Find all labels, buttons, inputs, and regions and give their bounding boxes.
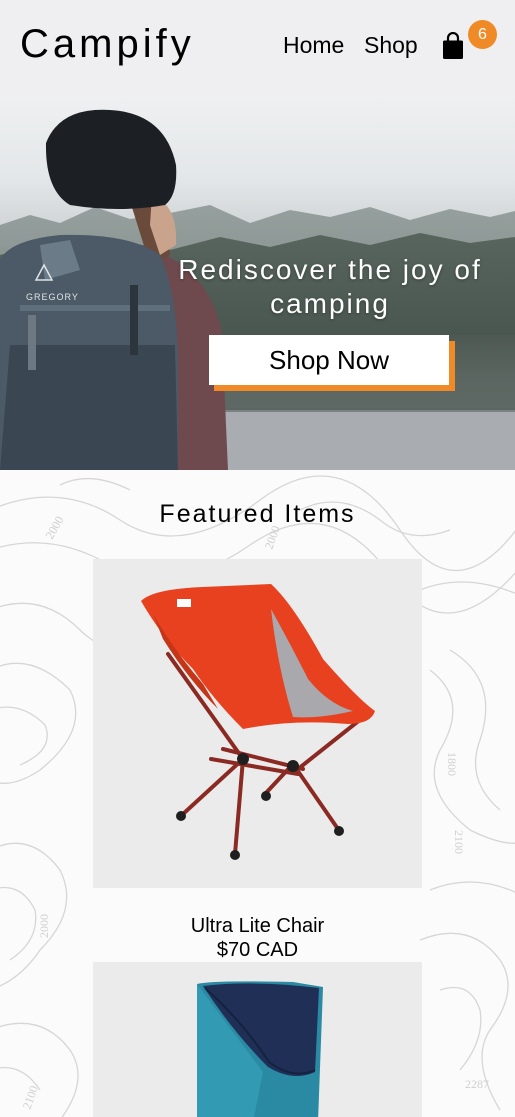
site-header: Campify Home Shop 6 xyxy=(0,0,515,95)
product-image[interactable] xyxy=(93,962,422,1117)
sleeping-bag-image xyxy=(197,981,323,1117)
hero-banner: GREGORY Rediscover the joy of camping Sh… xyxy=(0,95,515,470)
hero-headline: Rediscover the joy of camping xyxy=(178,254,482,319)
featured-section: 2000 2000 1800 2100 2000 2287 2100 Featu… xyxy=(0,470,515,1117)
camp-chair-image xyxy=(141,584,375,860)
product-card[interactable]: Ultra Lite Chair $70 CAD xyxy=(93,559,422,962)
contour-label: 2100 xyxy=(452,830,466,854)
product-card[interactable] xyxy=(93,962,422,1117)
contour-label: 1800 xyxy=(445,752,459,776)
contour-label: 2100 xyxy=(20,1084,41,1111)
site-logo[interactable]: Campify xyxy=(20,22,195,67)
contour-label: 2000 xyxy=(37,914,51,938)
contour-label: 2287 xyxy=(465,1077,489,1091)
product-image[interactable] xyxy=(93,559,422,888)
product-price: $70 CAD xyxy=(216,939,299,961)
cart-count-badge: 6 xyxy=(468,20,497,49)
shop-now-button[interactable]: Shop Now xyxy=(209,335,449,385)
shopping-bag-icon[interactable] xyxy=(441,32,465,60)
svg-text:GREGORY: GREGORY xyxy=(26,292,79,302)
product-name[interactable]: Ultra Lite Chair xyxy=(93,914,422,938)
nav-home-link[interactable]: Home xyxy=(283,32,344,59)
nav-shop-link[interactable]: Shop xyxy=(364,32,418,59)
featured-title: Featured Items xyxy=(159,500,356,528)
